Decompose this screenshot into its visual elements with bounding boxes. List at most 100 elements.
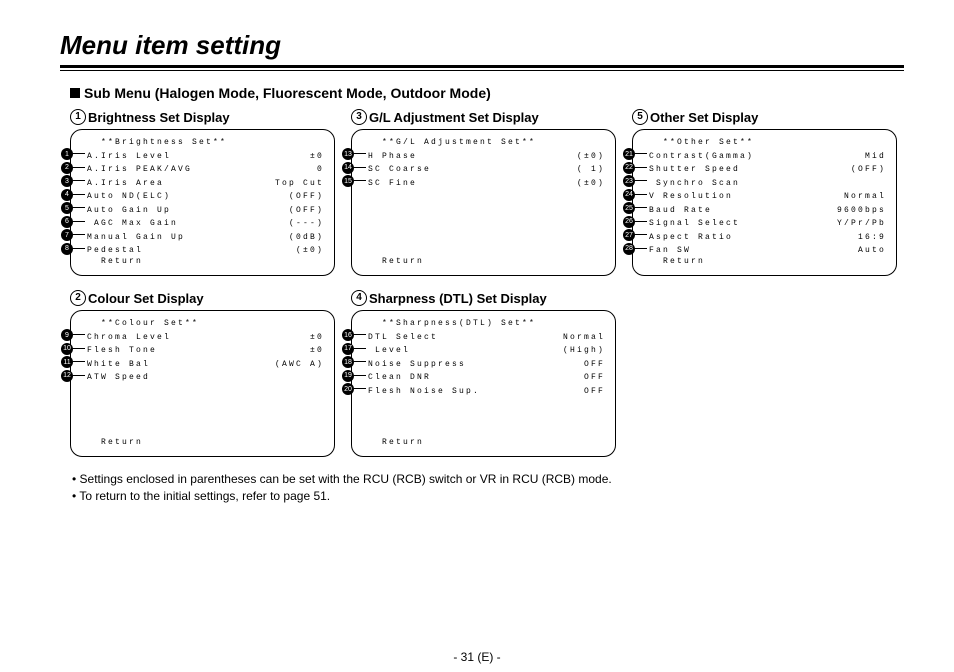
- osd-row-value: ±0: [310, 331, 324, 345]
- osd-row: V ResolutionNormal: [649, 190, 886, 204]
- display-block: 4Sharpness (DTL) Set Display1617181920**…: [351, 290, 616, 457]
- osd-return: Return: [382, 436, 424, 450]
- osd-panel: 2122232425262728**Other Set**Contrast(Ga…: [632, 129, 897, 276]
- osd-row-value: OFF: [584, 358, 605, 372]
- badge-column: 12345678: [61, 130, 81, 275]
- row-badge-icon: 12: [61, 370, 73, 382]
- osd-row: SC Fine(±0): [368, 177, 605, 191]
- row-badge-icon: 19: [342, 370, 354, 382]
- osd-row-value: (AWC A): [275, 358, 324, 372]
- osd-row-label: Manual Gain Up: [87, 231, 185, 245]
- osd-row: Contrast(Gamma) Mid: [649, 150, 886, 164]
- row-badge-icon: 17: [342, 343, 354, 355]
- row-badge-icon: 21: [623, 148, 635, 160]
- block-title-text: G/L Adjustment Set Display: [369, 110, 539, 125]
- row-badge-icon: 24: [623, 189, 635, 201]
- osd-row-label: H Phase: [368, 150, 417, 164]
- square-bullet-icon: [70, 88, 80, 98]
- osd-content: **Brightness Set**A.Iris Level±0A.Iris P…: [81, 130, 334, 275]
- display-block: 1Brightness Set Display 12345678**Brightn…: [70, 109, 335, 276]
- sub-menu-header: Sub Menu (Halogen Mode, Fluorescent Mode…: [70, 85, 904, 101]
- osd-row-label: Noise Suppress: [368, 358, 466, 372]
- osd-row: H Phase (±0): [368, 150, 605, 164]
- osd-row: Aspect Ratio 16:9: [649, 231, 886, 245]
- osd-row-label: Synchro Scan: [649, 177, 740, 191]
- osd-row-label: Signal Select: [649, 217, 740, 231]
- osd-row-label: Auto ND(ELC): [87, 190, 171, 204]
- osd-row: A.Iris AreaTop Cut: [87, 177, 324, 191]
- osd-row-value: Normal: [563, 331, 605, 345]
- osd-row-label: Chroma Level: [87, 331, 171, 345]
- osd-row-label: Flesh Tone: [87, 344, 157, 358]
- osd-row-value: 9600bps: [837, 204, 886, 218]
- block-title-text: Other Set Display: [650, 110, 758, 125]
- display-block: 2Colour Set Display9101112**Colour Set**…: [70, 290, 335, 457]
- osd-row-value: (High): [563, 344, 605, 358]
- block-title: 4Sharpness (DTL) Set Display: [351, 290, 616, 306]
- note-line: • Settings enclosed in parentheses can b…: [72, 471, 904, 488]
- row-badge-icon: 22: [623, 162, 635, 174]
- row-badge-icon: 20: [342, 383, 354, 395]
- block-title: 1Brightness Set Display: [70, 109, 335, 125]
- block-title: 2Colour Set Display: [70, 290, 335, 306]
- osd-row-label: Aspect Ratio: [649, 231, 733, 245]
- osd-row-label: Shutter Speed: [649, 163, 740, 177]
- osd-row-label: Level: [368, 344, 410, 358]
- page-number: - 31 (E) -: [0, 650, 954, 664]
- osd-row: Flesh Tone±0: [87, 344, 324, 358]
- osd-row-value: Mid: [865, 150, 886, 164]
- osd-row-label: ATW Speed: [87, 371, 150, 385]
- osd-row-value: 16:9: [858, 231, 886, 245]
- osd-header: **G/L Adjustment Set**: [382, 136, 605, 150]
- badge-column: 1617181920: [342, 311, 362, 456]
- row-badge-icon: 16: [342, 329, 354, 341]
- osd-row-label: A.Iris Level: [87, 150, 171, 164]
- osd-row: Auto Gain Up (OFF): [87, 204, 324, 218]
- row-badge-icon: 10: [61, 343, 73, 355]
- osd-row: Clean DNROFF: [368, 371, 605, 385]
- osd-row-value: (OFF): [289, 204, 324, 218]
- circled-number-icon: 3: [351, 109, 367, 125]
- row-badge-icon: 23: [623, 175, 635, 187]
- osd-content: **G/L Adjustment Set**H Phase (±0)SC Coar…: [362, 130, 615, 275]
- page-title: Menu item setting: [60, 30, 904, 65]
- row-badge-icon: 11: [61, 356, 73, 368]
- osd-row-value: (---): [289, 217, 324, 231]
- row-badge-icon: 6: [61, 216, 73, 228]
- row-badge-icon: 4: [61, 189, 73, 201]
- osd-row: Noise Suppress OFF: [368, 358, 605, 372]
- osd-row: DTL SelectNormal: [368, 331, 605, 345]
- block-title-text: Sharpness (DTL) Set Display: [369, 291, 547, 306]
- osd-row: SC Coarse( 1): [368, 163, 605, 177]
- osd-row-label: White Bal: [87, 358, 150, 372]
- osd-row-label: Flesh Noise Sup.: [368, 385, 480, 399]
- osd-row-label: A.Iris Area: [87, 177, 164, 191]
- osd-row: Chroma Level ±0: [87, 331, 324, 345]
- row-badge-icon: 2: [61, 162, 73, 174]
- circled-number-icon: 5: [632, 109, 648, 125]
- osd-panel: 12345678**Brightness Set**A.Iris Level±0…: [70, 129, 335, 276]
- row-badge-icon: 14: [342, 162, 354, 174]
- row-badge-icon: 1: [61, 148, 73, 160]
- osd-row-value: Normal: [844, 190, 886, 204]
- badge-column: 2122232425262728: [623, 130, 643, 275]
- osd-row: Level (High): [368, 344, 605, 358]
- osd-row: AGC Max Gain(---): [87, 217, 324, 231]
- osd-row-value: 0: [317, 163, 324, 177]
- osd-header: **Sharpness(DTL) Set**: [382, 317, 605, 331]
- display-block: 3G/L Adjustment Set Display131415**G/L A…: [351, 109, 616, 276]
- osd-row: White Bal (AWC A): [87, 358, 324, 372]
- osd-row-label: Contrast(Gamma): [649, 150, 754, 164]
- title-underline: [60, 65, 904, 71]
- osd-row-label: Auto Gain Up: [87, 204, 171, 218]
- osd-row-value: Y/Pr/Pb: [837, 217, 886, 231]
- row-badge-icon: 5: [61, 202, 73, 214]
- osd-row-label: Clean DNR: [368, 371, 431, 385]
- osd-return: Return: [101, 436, 143, 450]
- row-badge-icon: 15: [342, 175, 354, 187]
- osd-row-label: Baud Rate: [649, 204, 712, 218]
- circled-number-icon: 4: [351, 290, 367, 306]
- osd-header: **Brightness Set**: [101, 136, 324, 150]
- osd-row: ATW Speed: [87, 371, 324, 385]
- osd-row-value: (±0): [577, 150, 605, 164]
